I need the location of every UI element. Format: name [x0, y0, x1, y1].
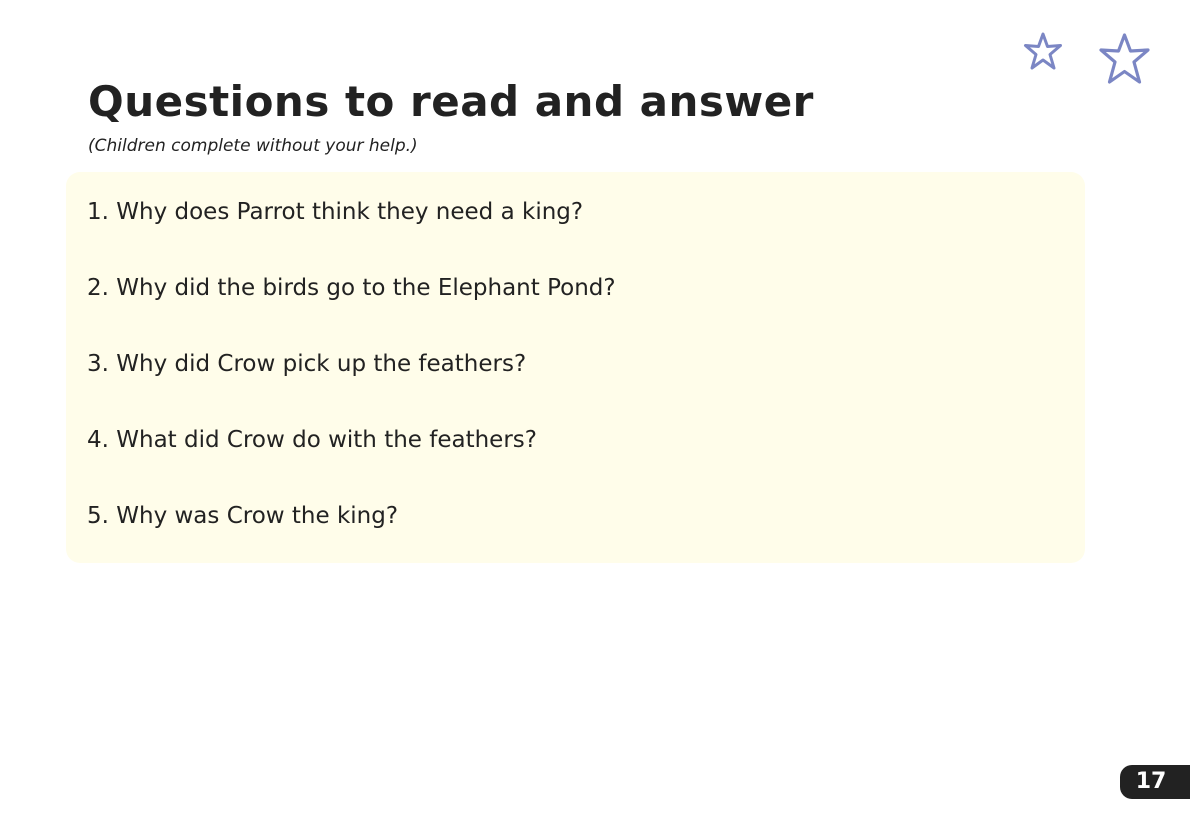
question-2: 2. Why did the birds go to the Elephant …	[87, 275, 616, 301]
star-outline-icon	[1024, 32, 1062, 70]
question-4: 4. What did Crow do with the feathers?	[87, 427, 537, 453]
page-subtitle: (Children complete without your help.)	[88, 136, 418, 156]
page-title: Questions to read and answer	[88, 77, 814, 126]
page-number-badge: 17	[1120, 765, 1190, 799]
question-1: 1. Why does Parrot think they need a kin…	[87, 199, 584, 225]
questions-panel: 1. Why does Parrot think they need a kin…	[66, 172, 1085, 563]
question-3: 3. Why did Crow pick up the feathers?	[87, 351, 527, 377]
question-5: 5. Why was Crow the king?	[87, 503, 399, 529]
star-outline-icon	[1099, 33, 1150, 84]
